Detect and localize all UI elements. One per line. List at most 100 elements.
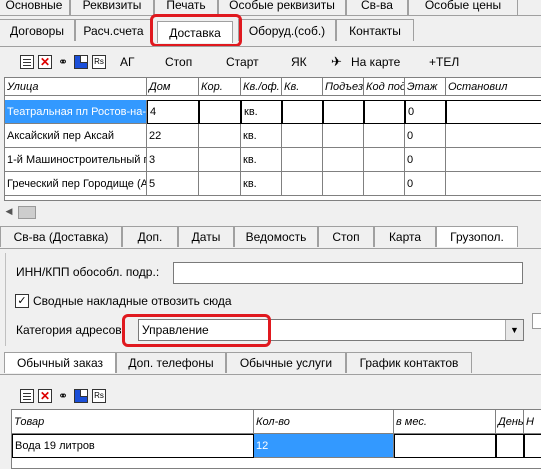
add-icon[interactable] — [74, 389, 88, 403]
col-header[interactable]: Этаж — [405, 78, 446, 96]
tab-dop[interactable]: Доп. — [122, 226, 178, 247]
table-cell[interactable]: Вода 19 литров — [12, 434, 254, 458]
table-cell[interactable]: 0 — [405, 172, 446, 196]
table-cell[interactable]: Аксайский пер Аксай — [5, 124, 147, 148]
table-cell[interactable] — [364, 172, 405, 196]
col-header[interactable]: Кор. — [199, 78, 241, 96]
col-header[interactable]: Код под — [364, 78, 405, 96]
scroll-left-icon[interactable]: ◀ — [2, 205, 16, 218]
table-cell[interactable]: 3 — [147, 148, 199, 172]
binoculars-icon[interactable]: ⚭ — [56, 55, 70, 69]
col-header[interactable]: Дом — [147, 78, 199, 96]
table-cell[interactable]: 12 — [254, 434, 394, 458]
table-cell[interactable] — [446, 124, 541, 148]
table-cell[interactable] — [323, 100, 364, 124]
table-cell[interactable]: кв. — [241, 172, 282, 196]
add-icon[interactable] — [74, 55, 88, 69]
binoculars-icon[interactable]: ⚭ — [56, 389, 70, 403]
tab-osobye-rekvizity[interactable]: Особые реквизиты — [218, 0, 346, 15]
tab-osnovnye[interactable]: Основные — [0, 0, 70, 15]
tab-dogovory[interactable]: Договоры — [0, 19, 75, 41]
col-header[interactable]: Кв. — [282, 78, 323, 96]
col-header[interactable]: Кв./оф. — [241, 78, 282, 96]
col-header[interactable]: Кол-во — [254, 410, 394, 434]
tab-stop[interactable]: Стоп — [318, 226, 374, 247]
tab-rasch-scheta[interactable]: Расч.счета — [75, 19, 152, 41]
table-cell[interactable] — [199, 124, 241, 148]
start-button[interactable]: Старт — [226, 54, 259, 70]
table-cell[interactable]: 5 — [147, 172, 199, 196]
yak-button[interactable]: ЯК — [291, 54, 307, 70]
col-header[interactable]: Улица — [5, 78, 147, 96]
table-cell[interactable] — [394, 434, 496, 458]
col-header[interactable]: в мес. — [394, 410, 496, 434]
ag-button[interactable]: АГ — [120, 54, 135, 70]
col-header[interactable]: Подъезд — [323, 78, 364, 96]
table-cell[interactable]: 0 — [405, 124, 446, 148]
table-cell[interactable] — [199, 100, 241, 124]
inn-input[interactable] — [173, 262, 523, 284]
tab-gruzopol[interactable]: Грузопол. — [436, 226, 518, 247]
table-cell[interactable]: Греческий пер Городище (А — [5, 172, 147, 196]
tab-pechat[interactable]: Печать — [154, 0, 218, 15]
table-cell[interactable] — [364, 100, 405, 124]
tab-karta[interactable]: Карта — [374, 226, 436, 247]
document-icon[interactable] — [20, 55, 34, 69]
table-cell[interactable]: кв. — [241, 124, 282, 148]
table-cell[interactable] — [323, 148, 364, 172]
tab-daty[interactable]: Даты — [178, 226, 234, 247]
add-phone-button[interactable]: +ТЕЛ — [429, 54, 459, 70]
filter-icon[interactable]: Rs — [92, 389, 106, 403]
delete-icon[interactable]: ✕ — [38, 389, 52, 403]
table-cell[interactable] — [524, 434, 541, 458]
document-icon[interactable] — [20, 389, 34, 403]
table-cell[interactable] — [446, 100, 541, 124]
table-cell[interactable] — [282, 148, 323, 172]
table-cell[interactable] — [446, 172, 541, 196]
table-cell[interactable]: Театральная пл Ростов-на- — [5, 100, 147, 124]
table-cell[interactable]: кв. — [241, 148, 282, 172]
stop-button[interactable]: Стоп — [165, 54, 192, 70]
col-header[interactable]: Остановил — [446, 78, 541, 96]
table-cell[interactable]: 4 — [147, 100, 199, 124]
tab-obychnye-uslugi[interactable]: Обычные услуги — [226, 352, 346, 373]
col-header[interactable]: День — [496, 410, 524, 434]
tab-kontakty[interactable]: Контакты — [336, 19, 414, 41]
side-scroll-button[interactable] — [532, 313, 541, 329]
table-cell[interactable] — [323, 124, 364, 148]
table-cell[interactable] — [364, 148, 405, 172]
tab-sv-va[interactable]: Св-ва — [346, 0, 408, 15]
tab-osobye-ceny[interactable]: Особые цены — [408, 0, 518, 15]
table-cell[interactable] — [446, 148, 541, 172]
table-cell[interactable] — [323, 172, 364, 196]
table-cell[interactable]: кв. — [241, 100, 282, 124]
consolidated-invoices-checkbox[interactable]: ✓ — [15, 294, 29, 308]
table-cell[interactable]: 1-й Машиностроительный п — [5, 148, 147, 172]
category-select[interactable]: Управление ▼ — [138, 319, 524, 341]
tab-vedomost[interactable]: Ведомость — [234, 226, 318, 247]
col-header[interactable]: Товар — [12, 410, 254, 434]
table-cell[interactable]: 22 — [147, 124, 199, 148]
tab-rekvizity[interactable]: Реквизиты — [70, 0, 154, 15]
horizontal-scrollbar[interactable]: ◀ — [0, 204, 541, 219]
table-cell[interactable]: 0 — [405, 100, 446, 124]
table-cell[interactable] — [199, 148, 241, 172]
col-header[interactable]: Н — [524, 410, 541, 434]
table-cell[interactable] — [364, 124, 405, 148]
table-cell[interactable] — [199, 172, 241, 196]
filter-icon[interactable]: Rs — [92, 55, 106, 69]
table-cell[interactable] — [282, 124, 323, 148]
tab-grafik-kontaktov[interactable]: График контактов — [346, 352, 472, 373]
tab-dostavka[interactable]: Доставка — [157, 21, 233, 43]
tab-obychny-zakaz[interactable]: Обычный заказ — [4, 352, 116, 373]
delete-icon[interactable]: ✕ — [38, 55, 52, 69]
table-cell[interactable] — [282, 100, 323, 124]
tab-oborud[interactable]: Оборуд.(соб.) — [238, 19, 336, 41]
scroll-thumb[interactable] — [18, 206, 36, 219]
chevron-down-icon[interactable]: ▼ — [505, 320, 523, 340]
table-cell[interactable] — [282, 172, 323, 196]
table-cell[interactable]: 0 — [405, 148, 446, 172]
tab-sv-va-dostavka[interactable]: Св-ва (Доставка) — [0, 226, 122, 247]
tab-dop-telefony[interactable]: Доп. телефоны — [116, 352, 226, 373]
map-button[interactable]: На карте — [351, 54, 400, 70]
